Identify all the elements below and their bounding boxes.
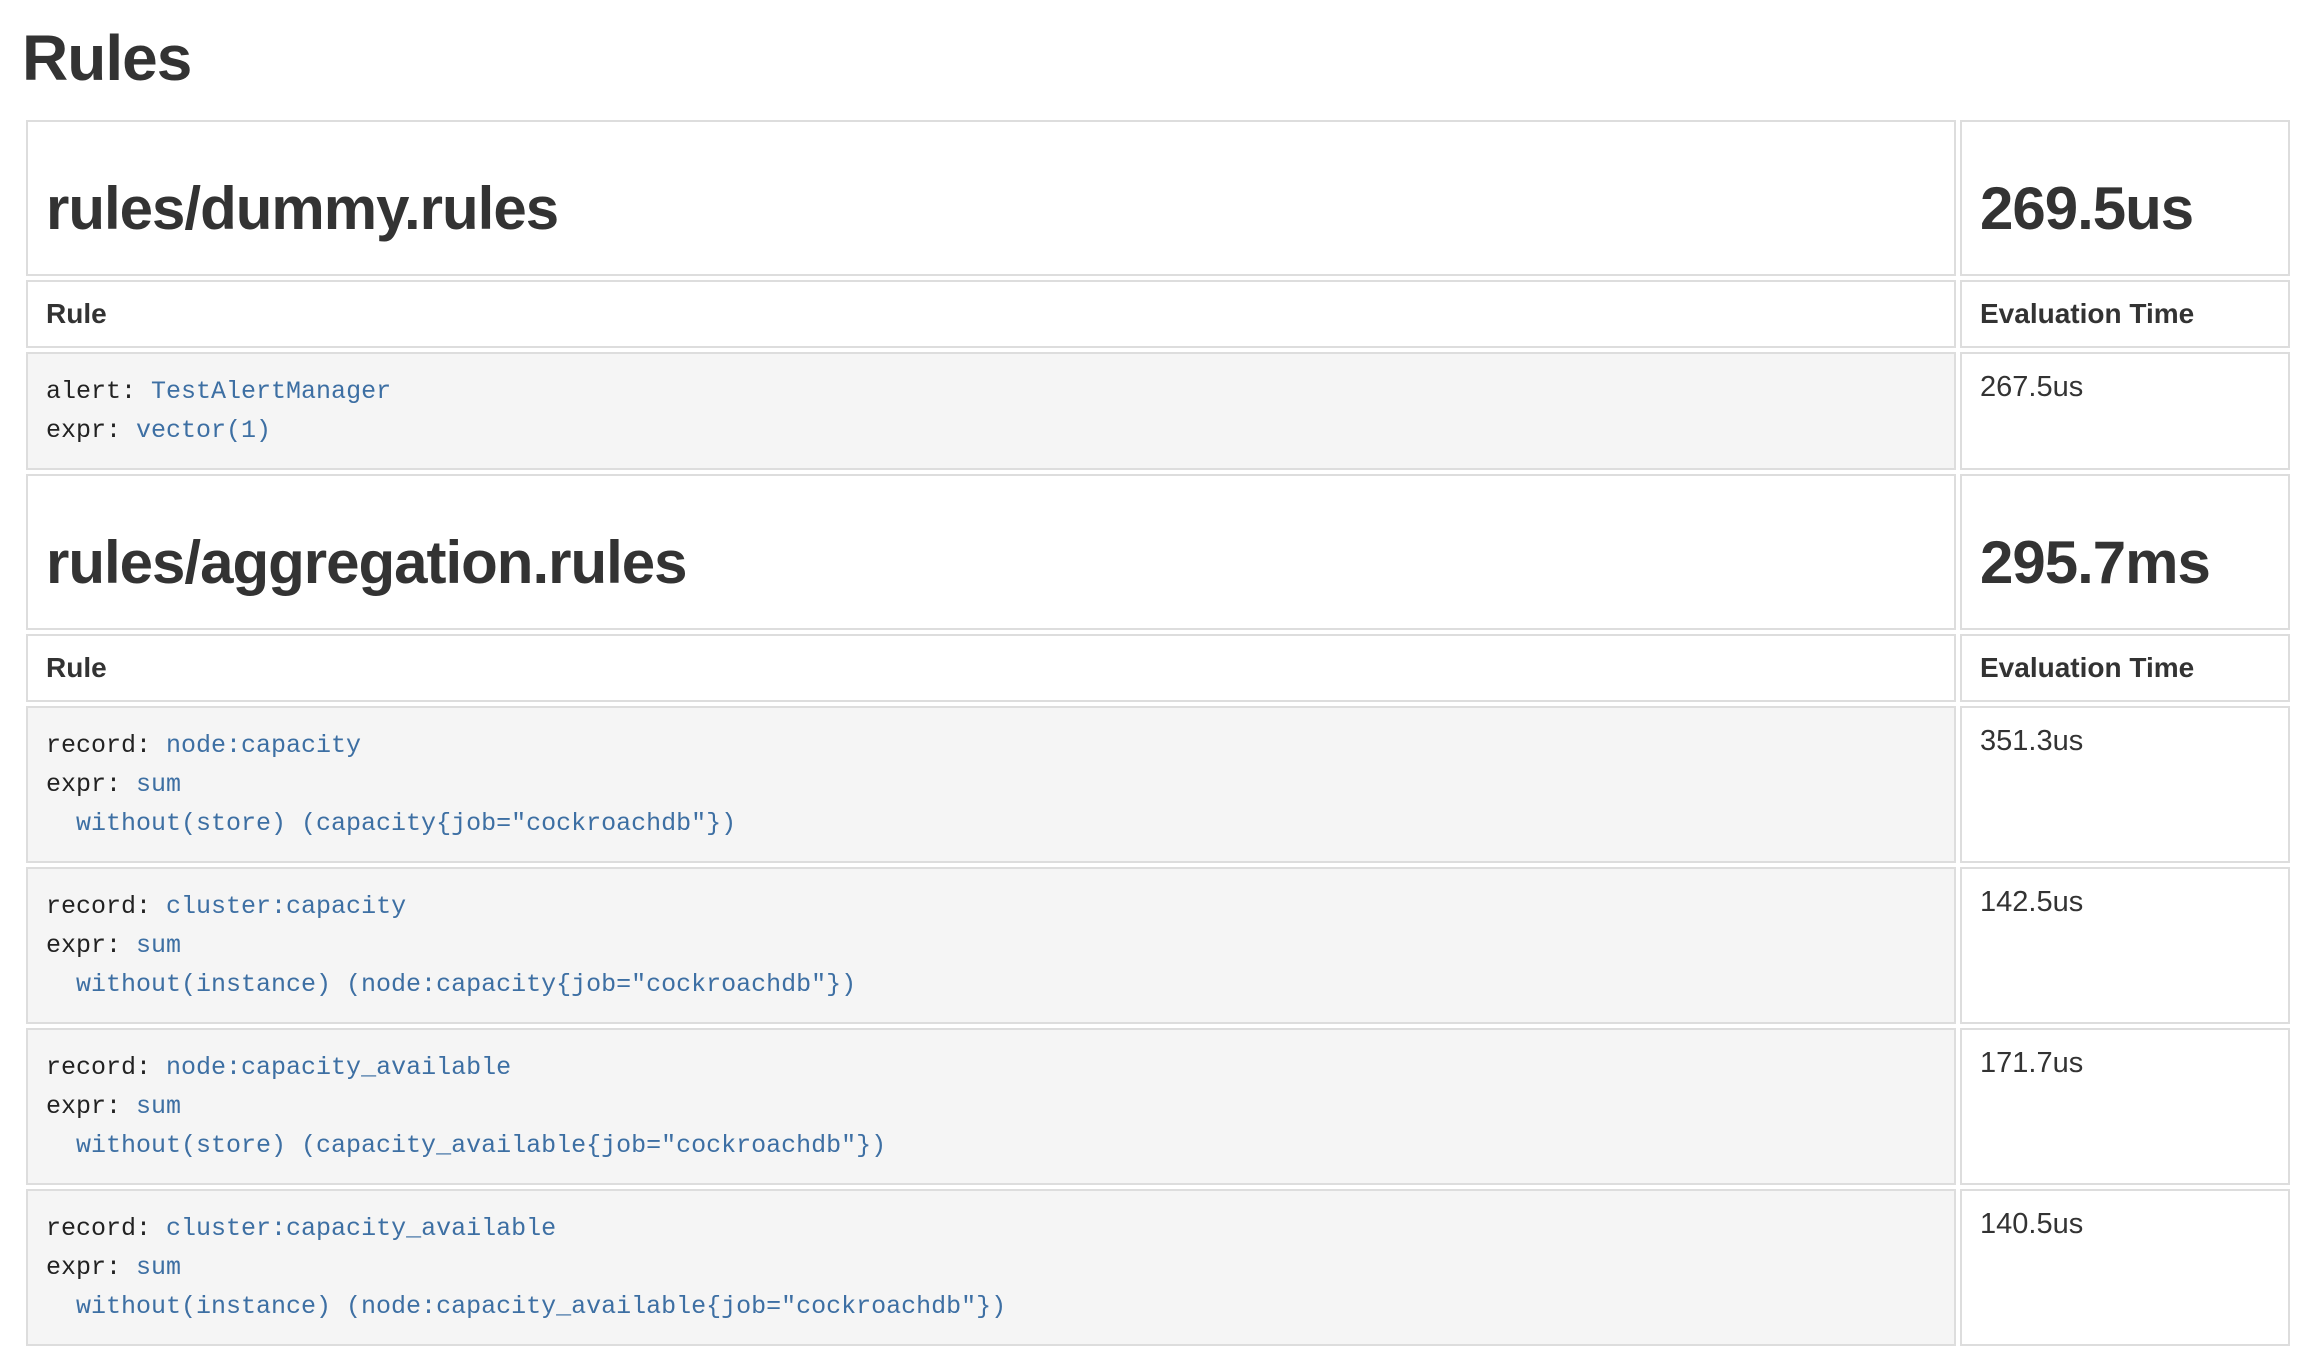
rule-name-link[interactable]: cluster:capacity bbox=[166, 892, 406, 921]
rule-cell: record: node:capacity expr: sum without(… bbox=[26, 706, 1956, 863]
eval-time-column-header: Evaluation Time bbox=[1960, 280, 2290, 348]
column-header-row: Rule Evaluation Time bbox=[26, 634, 2290, 702]
rule-cell: record: node:capacity_available expr: su… bbox=[26, 1028, 1956, 1185]
group-header-row: rules/dummy.rules 269.5us bbox=[26, 120, 2290, 276]
rule-column-header: Rule bbox=[26, 280, 1956, 348]
group-eval-time-cell: 295.7ms bbox=[1960, 474, 2290, 630]
rule-row: record: cluster:capacity expr: sum witho… bbox=[26, 867, 2290, 1024]
rule-row: record: node:capacity_available expr: su… bbox=[26, 1028, 2290, 1185]
expr-label: expr: bbox=[46, 1092, 136, 1121]
rule-type-label: record: bbox=[46, 892, 166, 921]
group-file: rules/aggregation.rules bbox=[46, 530, 1936, 596]
rule-expr-link[interactable]: vector(1) bbox=[136, 416, 271, 445]
rules-table: rules/dummy.rules 269.5us Rule Evaluatio… bbox=[22, 116, 2294, 1350]
rule-eval-time-cell: 171.7us bbox=[1960, 1028, 2290, 1185]
rule-column-header: Rule bbox=[26, 634, 1956, 702]
group-eval-time-cell: 269.5us bbox=[1960, 120, 2290, 276]
rule-name-link[interactable]: TestAlertManager bbox=[151, 377, 391, 406]
rule-eval-time-cell: 142.5us bbox=[1960, 867, 2290, 1024]
rule-eval-time-cell: 267.5us bbox=[1960, 352, 2290, 470]
rule-eval-time-cell: 351.3us bbox=[1960, 706, 2290, 863]
page-title: Rules bbox=[22, 26, 2294, 90]
rules-page: Rules rules/dummy.rules 269.5us Rule Eva… bbox=[0, 26, 2316, 1350]
rule-row: record: node:capacity expr: sum without(… bbox=[26, 706, 2290, 863]
group-header-row: rules/aggregation.rules 295.7ms bbox=[26, 474, 2290, 630]
expr-label: expr: bbox=[46, 931, 136, 960]
group-eval-time: 295.7ms bbox=[1980, 530, 2270, 596]
group-file-cell: rules/aggregation.rules bbox=[26, 474, 1956, 630]
rule-name-link[interactable]: node:capacity_available bbox=[166, 1053, 511, 1082]
column-header-row: Rule Evaluation Time bbox=[26, 280, 2290, 348]
rule-row: record: cluster:capacity_available expr:… bbox=[26, 1189, 2290, 1346]
rule-row: alert: TestAlertManager expr: vector(1) … bbox=[26, 352, 2290, 470]
rule-type-label: record: bbox=[46, 1053, 166, 1082]
expr-label: expr: bbox=[46, 416, 136, 445]
rule-name-link[interactable]: node:capacity bbox=[166, 731, 361, 760]
rule-name-link[interactable]: cluster:capacity_available bbox=[166, 1214, 556, 1243]
rule-type-label: record: bbox=[46, 1214, 166, 1243]
rule-type-label: alert: bbox=[46, 377, 151, 406]
rule-expr-link[interactable]: sum without(instance) (node:capacity{job… bbox=[46, 931, 856, 999]
group-file: rules/dummy.rules bbox=[46, 176, 1936, 242]
eval-time-column-header: Evaluation Time bbox=[1960, 634, 2290, 702]
rules-table-body: rules/dummy.rules 269.5us Rule Evaluatio… bbox=[26, 120, 2290, 1346]
rule-expr-link[interactable]: sum without(instance) (node:capacity_ava… bbox=[46, 1253, 1006, 1321]
group-file-cell: rules/dummy.rules bbox=[26, 120, 1956, 276]
rule-cell: record: cluster:capacity expr: sum witho… bbox=[26, 867, 1956, 1024]
expr-label: expr: bbox=[46, 770, 136, 799]
rule-type-label: record: bbox=[46, 731, 166, 760]
rule-cell: record: cluster:capacity_available expr:… bbox=[26, 1189, 1956, 1346]
rule-cell: alert: TestAlertManager expr: vector(1) bbox=[26, 352, 1956, 470]
rule-expr-link[interactable]: sum without(store) (capacity_available{j… bbox=[46, 1092, 886, 1160]
rule-expr-link[interactable]: sum without(store) (capacity{job="cockro… bbox=[46, 770, 736, 838]
rule-eval-time-cell: 140.5us bbox=[1960, 1189, 2290, 1346]
expr-label: expr: bbox=[46, 1253, 136, 1282]
group-eval-time: 269.5us bbox=[1980, 176, 2270, 242]
